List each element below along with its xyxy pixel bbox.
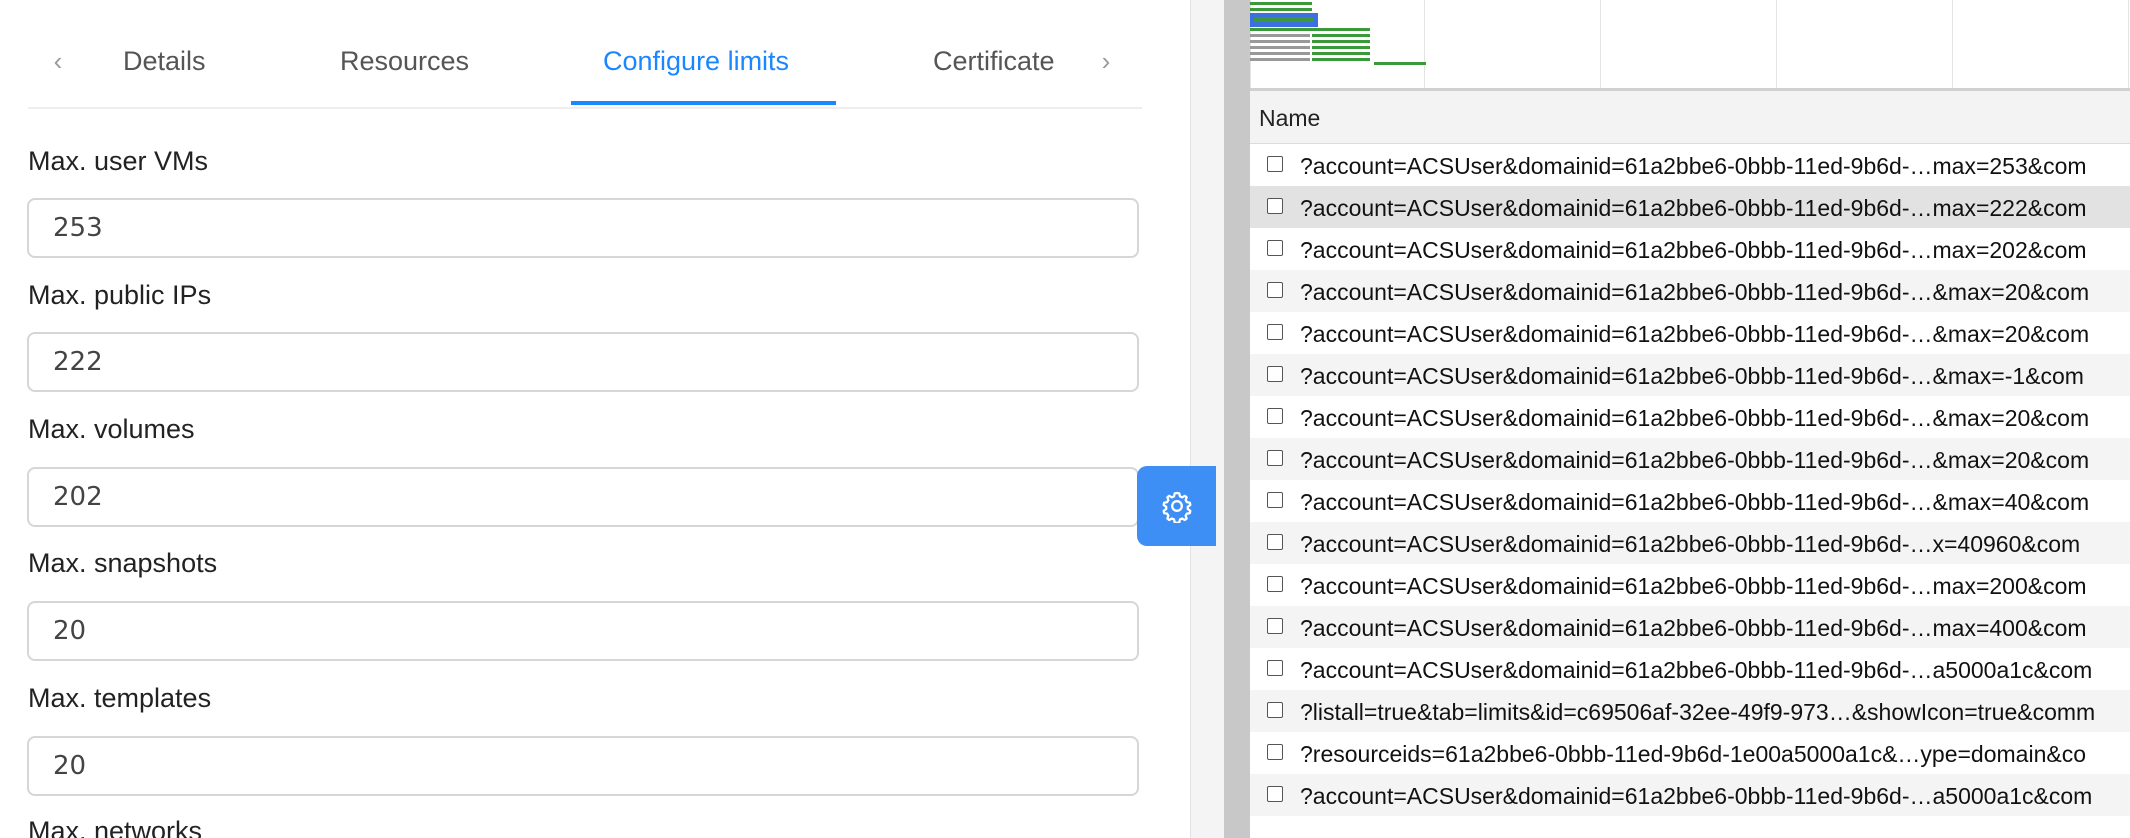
request-row[interactable]: ?account=ACSUser&domainid=61a2bbe6-0bbb-… — [1250, 354, 2130, 396]
row-checkbox[interactable] — [1267, 660, 1283, 676]
request-row[interactable]: ?listall=true&tab=limits&id=c69506af-32e… — [1250, 690, 2130, 732]
request-row[interactable]: ?account=ACSUser&domainid=61a2bbe6-0bbb-… — [1250, 774, 2130, 816]
row-checkbox[interactable] — [1267, 618, 1283, 634]
row-checkbox[interactable] — [1267, 786, 1283, 802]
tab-resources[interactable]: Resources — [340, 46, 469, 77]
name-column-header[interactable]: Name — [1250, 91, 2130, 144]
row-checkbox[interactable] — [1267, 240, 1283, 256]
request-row[interactable]: ?account=ACSUser&domainid=61a2bbe6-0bbb-… — [1250, 186, 2130, 228]
account-details-panel: ‹ Details Resources Configure limits Cer… — [0, 0, 1190, 838]
row-checkbox[interactable] — [1267, 366, 1283, 382]
max-user-vms-input[interactable] — [27, 198, 1139, 258]
max-volumes-input[interactable] — [27, 467, 1139, 527]
active-tab-indicator — [571, 101, 836, 105]
row-checkbox[interactable] — [1267, 576, 1283, 592]
request-row[interactable]: ?account=ACSUser&domainid=61a2bbe6-0bbb-… — [1250, 396, 2130, 438]
request-row[interactable]: ?account=ACSUser&domainid=61a2bbe6-0bbb-… — [1250, 270, 2130, 312]
max-templates-label: Max. templates — [28, 683, 212, 713]
network-waterfall-overview — [1250, 0, 2130, 91]
request-row[interactable]: ?account=ACSUser&domainid=61a2bbe6-0bbb-… — [1250, 606, 2130, 648]
max-public-ips-label: Max. public IPs — [28, 280, 212, 310]
request-row[interactable]: ?account=ACSUser&domainid=61a2bbe6-0bbb-… — [1250, 480, 2130, 522]
row-checkbox[interactable] — [1267, 408, 1283, 424]
max-templates-input[interactable] — [27, 736, 1139, 796]
gear-icon — [1162, 491, 1191, 523]
row-checkbox[interactable] — [1267, 324, 1283, 340]
request-row[interactable]: ?account=ACSUser&domainid=61a2bbe6-0bbb-… — [1250, 228, 2130, 270]
tab-details[interactable]: Details — [123, 46, 206, 77]
panel-scrollbar[interactable] — [1190, 0, 1225, 838]
request-row[interactable]: ?account=ACSUser&domainid=61a2bbe6-0bbb-… — [1250, 144, 2130, 186]
settings-button[interactable] — [1137, 466, 1216, 546]
request-row[interactable]: ?account=ACSUser&domainid=61a2bbe6-0bbb-… — [1250, 522, 2130, 564]
tab-configure-limits[interactable]: Configure limits — [603, 46, 789, 77]
max-snapshots-label: Max. snapshots — [28, 548, 218, 578]
max-user-vms-label: Max. user VMs — [28, 146, 209, 176]
row-checkbox[interactable] — [1267, 450, 1283, 466]
row-checkbox[interactable] — [1267, 534, 1283, 550]
request-row[interactable]: ?account=ACSUser&domainid=61a2bbe6-0bbb-… — [1250, 438, 2130, 480]
row-checkbox[interactable] — [1267, 282, 1283, 298]
devtools-network-panel: Name ?account=ACSUser&domainid=61a2bbe6-… — [1224, 0, 2130, 838]
panel-divider[interactable] — [1224, 0, 1250, 838]
name-column-label: Name — [1259, 105, 1321, 131]
chevron-right-icon[interactable]: › — [1094, 46, 1118, 76]
request-row[interactable]: ?resourceids=61a2bbe6-0bbb-11ed-9b6d-1e0… — [1250, 732, 2130, 774]
chevron-left-icon[interactable]: ‹ — [46, 46, 70, 76]
max-public-ips-input[interactable] — [27, 332, 1139, 392]
max-networks-label: Max. networks — [28, 816, 203, 838]
row-checkbox[interactable] — [1267, 744, 1283, 760]
request-row[interactable]: ?account=ACSUser&domainid=61a2bbe6-0bbb-… — [1250, 648, 2130, 690]
max-volumes-label: Max. volumes — [28, 414, 195, 444]
request-row[interactable]: ?account=ACSUser&domainid=61a2bbe6-0bbb-… — [1250, 564, 2130, 606]
max-snapshots-input[interactable] — [27, 601, 1139, 661]
request-row[interactable]: ?account=ACSUser&domainid=61a2bbe6-0bbb-… — [1250, 312, 2130, 354]
tab-bar: ‹ Details Resources Configure limits Cer… — [28, 0, 1142, 109]
row-checkbox[interactable] — [1267, 156, 1283, 172]
tab-certificate[interactable]: Certificate — [933, 46, 1055, 77]
request-list: ?account=ACSUser&domainid=61a2bbe6-0bbb-… — [1250, 144, 2130, 816]
row-checkbox[interactable] — [1267, 702, 1283, 718]
row-checkbox[interactable] — [1267, 492, 1283, 508]
row-checkbox[interactable] — [1267, 198, 1283, 214]
